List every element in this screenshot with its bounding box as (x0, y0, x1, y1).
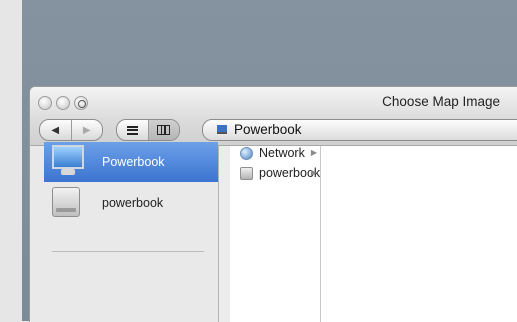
window-title: Choose Map Image (382, 94, 500, 109)
back-arrow-icon: ◀ (51, 124, 60, 136)
column-item-powerbook[interactable]: powerbook ▶ (230, 165, 320, 183)
sidebar-item-label: powerbook (102, 196, 164, 210)
location-label: Powerbook (234, 122, 302, 137)
location-popup[interactable]: Powerbook (202, 119, 517, 141)
forward-button[interactable]: ▶ (70, 120, 103, 140)
column-item-network[interactable]: Network ▶ (230, 145, 320, 163)
browser-column-empty (321, 146, 517, 322)
column-view-button[interactable] (147, 120, 179, 140)
disclosure-arrow-icon: ▶ (310, 148, 317, 157)
view-mode-buttons (116, 119, 180, 141)
disclosure-arrow-icon: ▶ (310, 168, 317, 177)
back-button[interactable]: ◀ (40, 120, 71, 140)
forward-arrow-icon: ▶ (82, 124, 91, 136)
choose-map-image-dialog: Choose Map Image ◀ ▶ Powerbook Powerbook (29, 86, 517, 322)
sidebar-item-powerbook-disk[interactable]: powerbook (44, 183, 218, 223)
hard-disk-icon (52, 187, 80, 217)
titlebar: Choose Map Image ◀ ▶ Powerbook (30, 87, 517, 146)
navigation-buttons: ◀ ▶ (39, 119, 103, 141)
computer-icon (52, 145, 84, 175)
computer-icon (217, 125, 227, 134)
sidebar-divider (52, 251, 204, 252)
list-view-button[interactable] (117, 120, 148, 140)
sidebar-item-label: Powerbook (102, 155, 165, 169)
list-view-icon (126, 125, 138, 135)
sidebar-item-powerbook-computer[interactable]: Powerbook (44, 142, 218, 182)
column-view-icon (157, 125, 171, 135)
column-item-label: Network (259, 146, 305, 160)
hard-disk-icon (240, 167, 253, 180)
network-globe-icon (240, 147, 253, 160)
